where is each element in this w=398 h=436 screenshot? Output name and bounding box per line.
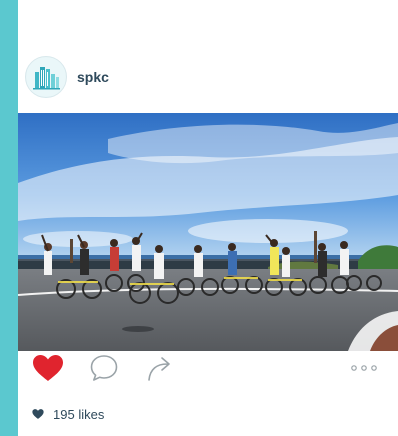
post-header: spkc <box>18 52 398 102</box>
small-heart-icon <box>32 409 44 419</box>
username[interactable]: spkc <box>77 69 109 85</box>
post-photo[interactable] <box>18 113 398 351</box>
cropped-previous-text <box>30 0 270 8</box>
cyclists-photo-image <box>18 113 398 351</box>
share-button[interactable] <box>142 352 178 384</box>
like-button[interactable] <box>30 352 66 384</box>
left-accent-bar <box>0 0 18 436</box>
likes-count: 195 likes <box>53 407 104 422</box>
avatar[interactable] <box>25 56 67 98</box>
comment-button[interactable] <box>86 352 122 384</box>
building-logo-icon <box>27 58 65 96</box>
heart-filled-icon <box>33 355 63 381</box>
share-arrow-icon <box>148 357 170 381</box>
cropped-caption-text <box>32 429 232 436</box>
likes-row[interactable]: 195 likes <box>32 405 104 423</box>
post-card: spkc 195 likes <box>18 0 398 436</box>
likes-word: likes <box>78 406 105 422</box>
post-actions-bar <box>18 352 398 386</box>
more-dots-icon <box>351 365 377 371</box>
more-options-button[interactable] <box>344 356 384 380</box>
speech-bubble-icon <box>90 355 118 381</box>
likes-number: 195 <box>53 406 75 422</box>
